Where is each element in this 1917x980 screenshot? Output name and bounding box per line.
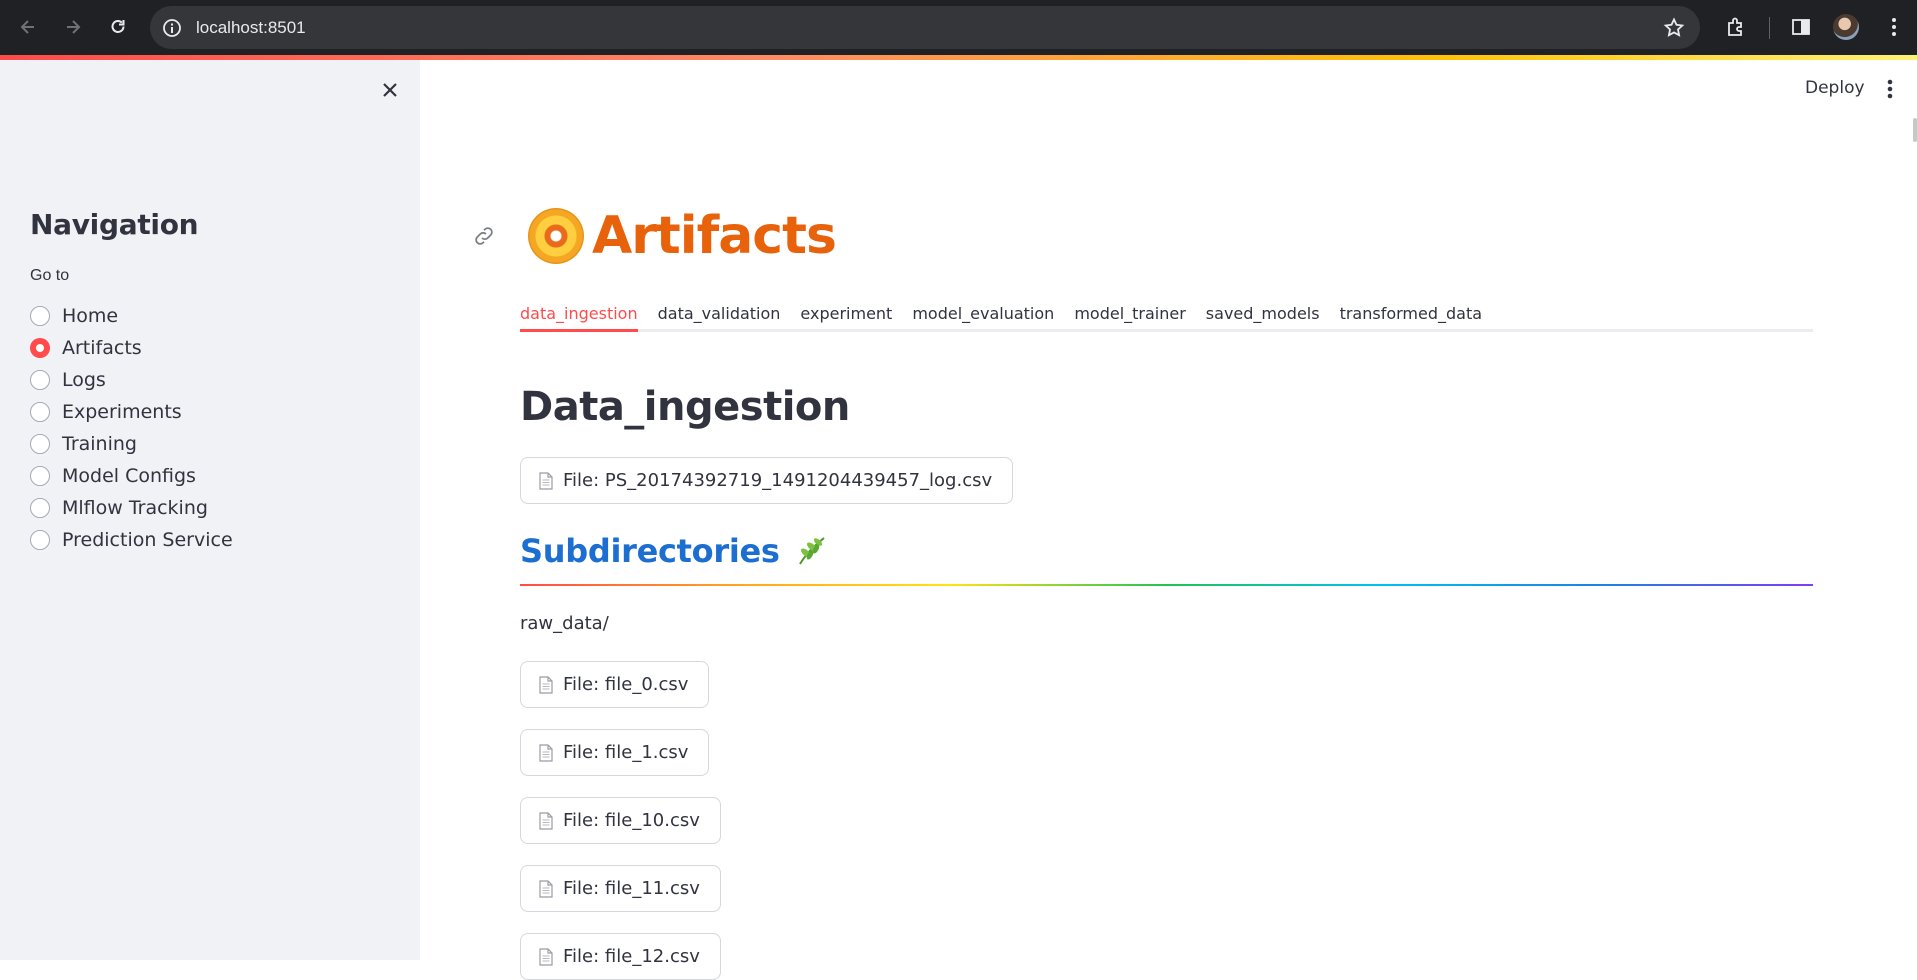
deploy-button[interactable]: Deploy xyxy=(1805,78,1865,98)
file-button[interactable]: File: PS_20174392719_1491204439457_log.c… xyxy=(520,457,1014,504)
site-info-icon[interactable] xyxy=(160,16,184,40)
document-icon xyxy=(539,471,553,490)
nav-option-home[interactable]: Home xyxy=(30,300,233,332)
document-icon xyxy=(539,947,553,966)
nav-option-label: Logs xyxy=(62,369,106,391)
navigation-radio-group: Home Artifacts Logs Experiments Training… xyxy=(30,300,233,556)
file-button-label: File: PS_20174392719_1491204439457_log.c… xyxy=(563,470,993,491)
file-button-label: File: file_1.csv xyxy=(563,742,689,763)
subdirectory-name: raw_data/ xyxy=(520,613,609,634)
scrollbar[interactable] xyxy=(1913,118,1917,142)
url-text: localhost:8501 xyxy=(196,18,306,37)
file-button[interactable]: File: file_12.csv xyxy=(520,933,721,980)
sidebar: Navigation Go to Home Artifacts Logs Exp… xyxy=(0,60,420,960)
sidebar-heading: Navigation xyxy=(30,208,199,241)
nav-option-label: Model Configs xyxy=(62,465,196,487)
file-button-label: File: file_10.csv xyxy=(563,810,700,831)
nav-option-logs[interactable]: Logs xyxy=(30,364,233,396)
nav-option-label: Training xyxy=(62,433,137,455)
browser-toolbar: localhost:8501 xyxy=(0,0,1917,55)
radio-button-selected[interactable] xyxy=(30,338,50,358)
tab-data-ingestion[interactable]: data_ingestion xyxy=(520,300,638,332)
nav-option-model-configs[interactable]: Model Configs xyxy=(30,460,233,492)
link-icon[interactable] xyxy=(472,224,496,248)
herb-icon xyxy=(798,537,825,565)
document-icon xyxy=(539,743,553,762)
tab-experiment[interactable]: experiment xyxy=(800,300,892,332)
section-title: Data_ingestion xyxy=(520,384,850,430)
nav-option-label: Artifacts xyxy=(62,337,142,359)
nav-option-label: Prediction Service xyxy=(62,529,233,551)
extensions-icon[interactable] xyxy=(1721,12,1751,42)
radio-button[interactable] xyxy=(30,370,50,390)
close-icon[interactable] xyxy=(378,78,402,102)
tab-model-evaluation[interactable]: model_evaluation xyxy=(912,300,1054,332)
radio-button[interactable] xyxy=(30,466,50,486)
main-menu-icon[interactable] xyxy=(1885,77,1895,101)
file-button[interactable]: File: file_1.csv xyxy=(520,729,710,776)
nav-option-label: Home xyxy=(62,305,119,327)
tab-model-trainer[interactable]: model_trainer xyxy=(1074,300,1185,332)
cd-disc-icon xyxy=(528,208,584,264)
file-button-label: File: file_0.csv xyxy=(563,674,689,695)
nav-option-label: Experiments xyxy=(62,401,182,423)
page-title: Artifacts xyxy=(592,206,837,266)
radio-group-label: Go to xyxy=(30,267,70,284)
radio-button[interactable] xyxy=(30,402,50,422)
reload-icon[interactable] xyxy=(102,11,134,43)
subdirectories-title: Subdirectories xyxy=(520,532,780,570)
file-button[interactable]: File: file_11.csv xyxy=(520,865,721,912)
chrome-menu-icon[interactable] xyxy=(1879,12,1909,42)
back-arrow-icon[interactable] xyxy=(12,11,44,43)
nav-option-label: Mlflow Tracking xyxy=(62,497,208,519)
main-content: Deploy Artifacts data_ingestion data_val… xyxy=(420,60,1917,980)
page-title-row: Artifacts xyxy=(528,206,837,266)
document-icon xyxy=(539,811,553,830)
file-button[interactable]: File: file_0.csv xyxy=(520,661,710,708)
tab-data-validation[interactable]: data_validation xyxy=(658,300,781,332)
radio-button[interactable] xyxy=(30,306,50,326)
bookmark-star-icon[interactable] xyxy=(1662,16,1686,45)
radio-button[interactable] xyxy=(30,434,50,454)
rainbow-divider xyxy=(520,584,1813,586)
nav-option-training[interactable]: Training xyxy=(30,428,233,460)
file-button-label: File: file_11.csv xyxy=(563,878,700,899)
side-panel-icon[interactable] xyxy=(1786,12,1816,42)
nav-option-mlflow-tracking[interactable]: Mlflow Tracking xyxy=(30,492,233,524)
subdirectories-header: Subdirectories xyxy=(520,532,828,570)
tab-transformed-data[interactable]: transformed_data xyxy=(1340,300,1482,332)
forward-arrow-icon[interactable] xyxy=(57,11,89,43)
radio-button[interactable] xyxy=(30,530,50,550)
nav-option-prediction-service[interactable]: Prediction Service xyxy=(30,524,233,556)
profile-avatar[interactable] xyxy=(1833,14,1859,40)
artifact-tabs: data_ingestion data_validation experimen… xyxy=(520,300,1813,332)
document-icon xyxy=(539,879,553,898)
nav-option-experiments[interactable]: Experiments xyxy=(30,396,233,428)
tab-saved-models[interactable]: saved_models xyxy=(1206,300,1320,332)
address-bar[interactable]: localhost:8501 xyxy=(150,6,1700,49)
file-button[interactable]: File: file_10.csv xyxy=(520,797,721,844)
document-icon xyxy=(539,675,553,694)
radio-button[interactable] xyxy=(30,498,50,518)
file-button-label: File: file_12.csv xyxy=(563,946,700,967)
toolbar-separator xyxy=(1769,17,1770,39)
nav-option-artifacts[interactable]: Artifacts xyxy=(30,332,233,364)
